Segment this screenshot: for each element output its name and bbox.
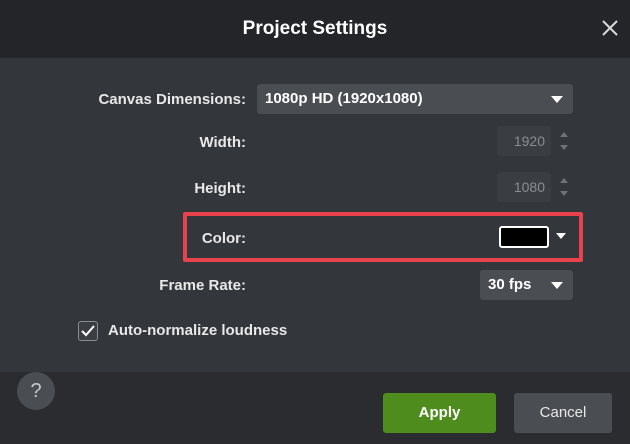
width-label: Width: [199,134,246,151]
height-input[interactable]: 1080 [497,172,551,202]
checkmark-icon [81,325,95,337]
dialog-title: Project Settings [242,18,388,39]
frame-rate-label: Frame Rate: [159,277,246,294]
color-label: Color: [201,230,246,247]
chevron-down-icon [551,96,563,103]
frame-rate-dropdown[interactable]: 30 fps [480,270,573,300]
width-stepper[interactable] [559,126,569,156]
cancel-button[interactable]: Cancel [514,393,612,433]
color-swatch[interactable] [499,226,549,248]
chevron-down-icon[interactable] [560,191,568,196]
frame-rate-value: 30 fps [488,276,532,293]
apply-button[interactable]: Apply [383,393,496,433]
height-label: Height: [194,180,246,197]
chevron-down-icon[interactable] [560,145,568,150]
chevron-up-icon[interactable] [560,178,568,183]
project-settings-dialog: Project Settings Canvas Dimensions: 1080… [0,0,630,444]
close-icon[interactable] [598,16,622,40]
auto-normalize-checkbox[interactable] [78,321,98,341]
width-input[interactable]: 1920 [497,126,551,156]
chevron-down-icon [551,282,563,289]
help-button[interactable]: ? [17,372,55,410]
height-stepper[interactable] [559,172,569,202]
canvas-dimensions-dropdown[interactable]: 1080p HD (1920x1080) [257,84,573,114]
auto-normalize-label: Auto-normalize loudness [108,322,288,339]
canvas-dimensions-value: 1080p HD (1920x1080) [265,90,423,107]
canvas-dimensions-label: Canvas Dimensions: [98,91,246,108]
chevron-up-icon[interactable] [560,132,568,137]
color-dropdown-chevron-icon[interactable] [556,233,566,239]
